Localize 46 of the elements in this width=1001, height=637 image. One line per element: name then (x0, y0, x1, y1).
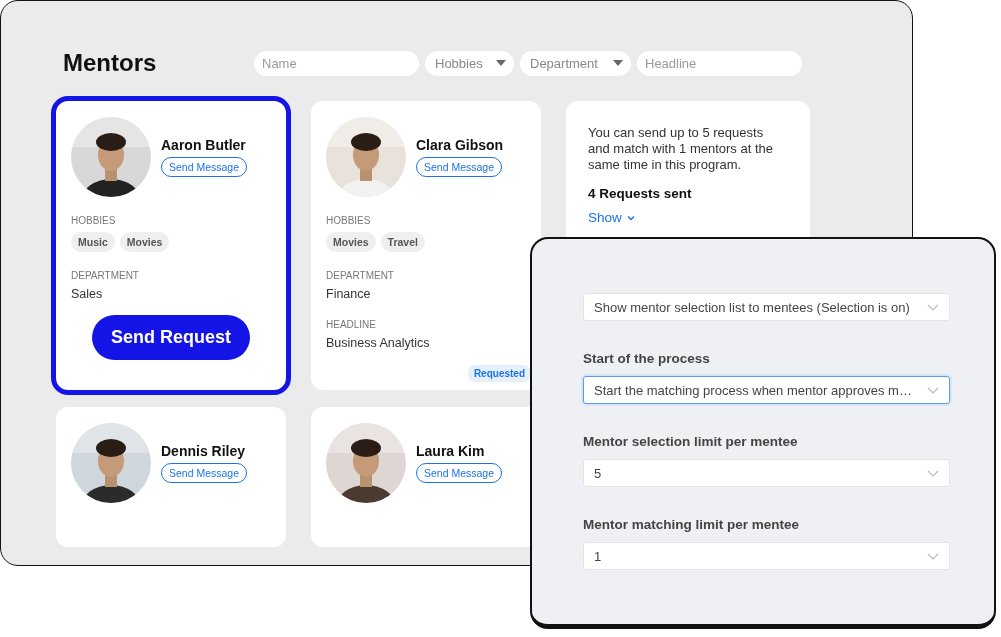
page-title: Mentors (63, 49, 158, 77)
section-value: Business Analytics (326, 336, 431, 350)
section-label: HOBBIES (71, 215, 117, 226)
send-message-button[interactable]: Send Message (416, 157, 503, 177)
filter-dropdown[interactable]: Department (520, 50, 631, 76)
setting-dropdown[interactable]: Start the matching process when mentor approves m… (583, 376, 950, 404)
section-label: DEPARTMENT (71, 270, 140, 281)
hobby-tag: Music (71, 232, 115, 252)
send-message-button[interactable]: Send Message (161, 463, 248, 483)
mentor-name: Dennis Riley (161, 443, 247, 459)
info-text: You can send up to 5 requests and match with 1 mentors at the same time in this program. (588, 125, 774, 173)
caret-icon (613, 60, 623, 66)
section-label: DEPARTMENT (326, 270, 395, 281)
chevron-icon (927, 303, 939, 311)
section-value: Sales (71, 287, 104, 301)
section-label: HEADLINE (326, 319, 377, 330)
send-message-button[interactable]: Send Message (161, 157, 248, 177)
caret-icon (496, 60, 506, 66)
setting-dropdown[interactable]: Show mentor selection list to mentees (Selection is on) (583, 293, 950, 321)
mentor-name: Clara Gibson (416, 137, 504, 153)
show-link[interactable]: Show (588, 210, 635, 225)
requests-count: 4 Requests sent (588, 186, 693, 201)
setting-dropdown[interactable]: 5 (583, 459, 950, 487)
filter-field[interactable]: Name (254, 50, 419, 76)
chevron-icon (927, 469, 939, 477)
section-value: Finance (326, 287, 372, 301)
hobby-tag: Movies (326, 232, 376, 252)
filter-field[interactable]: Headline (637, 50, 802, 76)
send-request-button[interactable]: Send Request (92, 315, 250, 360)
setting-dropdown[interactable]: 1 (583, 542, 950, 570)
setting-label: Start of the process (583, 351, 711, 366)
hobby-tag: Movies (119, 232, 170, 252)
mentor-name: Aaron Butler (161, 137, 247, 153)
chevron-icon (927, 386, 939, 394)
section-label: HOBBIES (326, 215, 372, 226)
send-message-button[interactable]: Send Message (416, 463, 503, 483)
hobby-tag: Travel (380, 232, 425, 252)
mentor-card[interactable]: Clara Gibson Send Message HOBBIES Movies Travel DEPARTMENT Finance HEADLINE Business Analytics Requested (311, 101, 541, 390)
setting-label: Mentor matching limit per mentee (583, 517, 801, 532)
mentor-card[interactable]: Dennis Riley Send Message (56, 407, 286, 547)
chevron-icon (626, 214, 635, 221)
requested-badge: Requested (467, 365, 531, 382)
filter-dropdown[interactable]: Hobbies (425, 50, 514, 76)
mentor-name: Laura Kim (416, 443, 486, 459)
setting-label: Mentor selection limit per mentee (583, 434, 799, 449)
chevron-icon (927, 552, 939, 560)
